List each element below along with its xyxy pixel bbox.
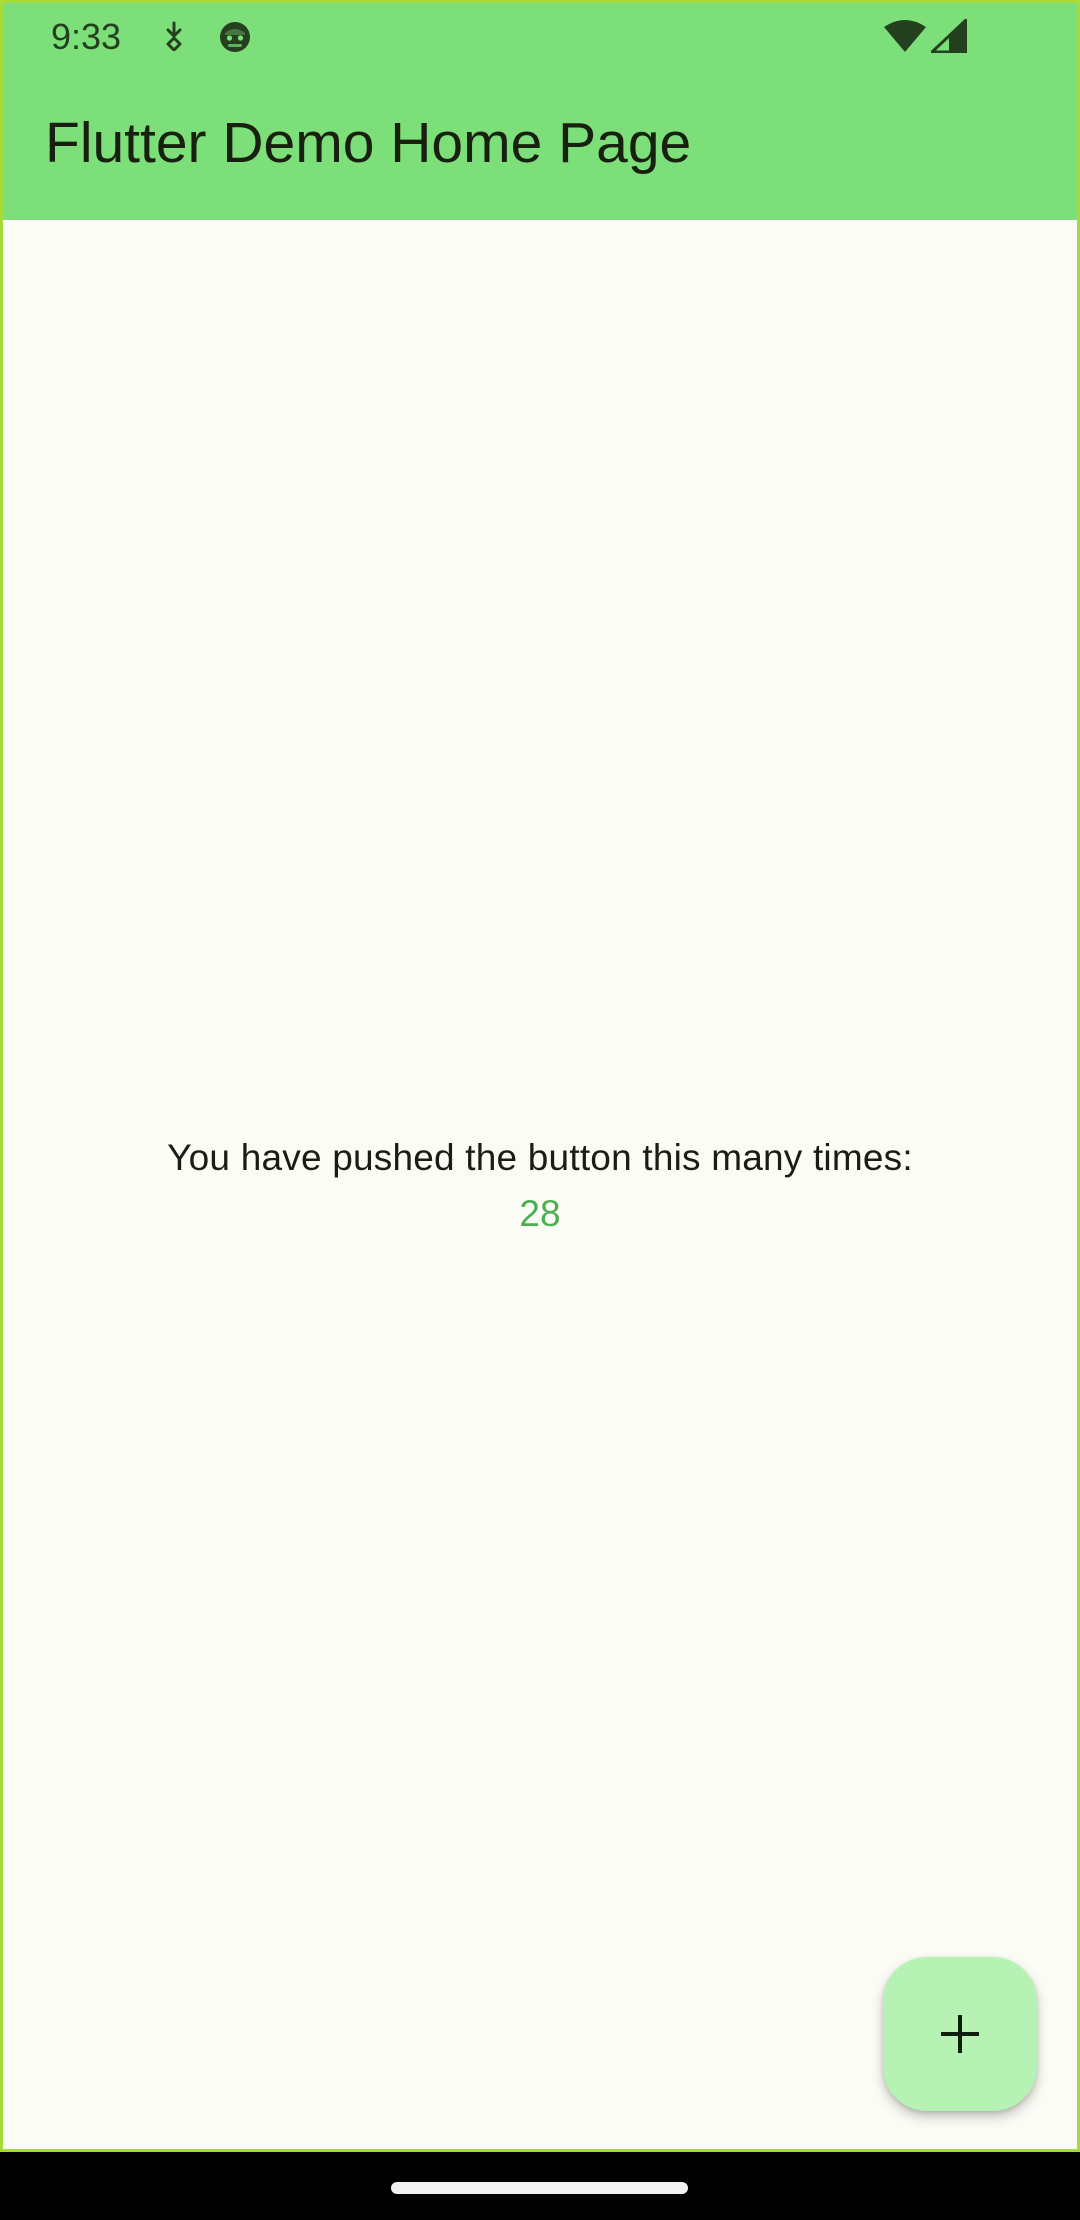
gesture-handle[interactable]	[391, 2182, 688, 2194]
page-title: Flutter Demo Home Page	[45, 111, 692, 175]
status-time: 9:33	[51, 16, 122, 57]
system-navigation-bar	[0, 2152, 1080, 2220]
counter-label: You have pushed the button this many tim…	[167, 1137, 913, 1178]
plus-icon	[941, 2015, 979, 2053]
increment-button[interactable]	[883, 1957, 1037, 2111]
counter-value: 28	[519, 1193, 561, 1234]
counter-section: You have pushed the button this many tim…	[3, 1131, 1077, 1241]
cellular-signal-icon	[931, 19, 967, 53]
android-robot-icon	[220, 22, 250, 52]
app-bar: 9:33 Flutter Demo Home Page	[3, 3, 1077, 220]
wifi-icon	[884, 20, 926, 52]
app-screen: 9:33 Flutter Demo Home Page You have pus…	[0, 0, 1080, 2152]
download-arrow-icon	[166, 21, 182, 51]
